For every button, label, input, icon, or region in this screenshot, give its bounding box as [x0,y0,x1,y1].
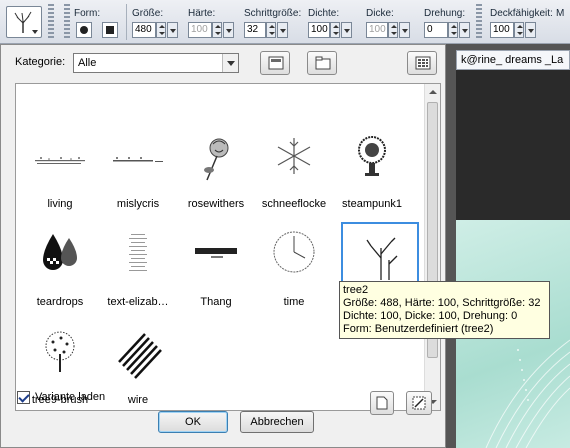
thickness-field[interactable]: 100 [366,22,388,38]
density-spinner[interactable] [330,22,340,38]
brush-steampunk-icon [358,136,386,176]
brush-living-icon [35,157,85,164]
hardness-label: Härte: [188,8,216,19]
brush-item-mislycris[interactable]: mislycris [99,124,177,220]
brush-item-teardrops[interactable]: teardrops [21,222,99,318]
thickness-spinner[interactable] [388,22,398,38]
thumbnail-view-button[interactable] [407,51,437,75]
brush-label: living [47,198,73,210]
rotation-label: Drehung: [424,8,466,19]
brush-label: mislycris [116,198,160,210]
tool-options-bar: Form: Größe: 480 Härte: 100 Schrittgröße… [0,0,570,44]
edit-brush-icon [412,396,426,410]
folder-view-icon [315,56,331,70]
new-document-icon [376,396,388,410]
brush-label: teardrops [36,296,84,308]
brush-teardrops-icon [43,234,77,270]
step-field[interactable]: 32 [244,22,266,38]
toolbar-grip[interactable] [476,4,482,40]
opacity-label: Deckfähigkeit: [490,8,553,19]
edit-preset-button[interactable] [406,391,432,415]
brush-label: wire [127,394,149,406]
size-dropdown[interactable] [167,22,178,38]
brush-item-steampunk1[interactable]: steampunk1 [333,124,411,220]
rotation-dropdown[interactable] [459,22,470,38]
opacity-field[interactable]: 100 [490,22,514,38]
chevron-down-icon[interactable] [222,54,238,72]
step-label: Schrittgröße: [244,8,302,19]
size-spinner[interactable] [156,22,166,38]
size-field[interactable]: 480 [132,22,156,38]
opacity-dropdown[interactable] [525,22,536,38]
brush-snowflake-icon [277,138,311,174]
extra-label: M [556,8,565,19]
brush-label: schneeflocke [261,198,327,210]
brush-item-thang[interactable]: Thang [177,222,255,318]
brush-tree9-icon [45,331,75,372]
grid-view-icon [415,56,431,70]
list-view-icon [268,56,284,70]
brush-tooltip: tree2 Größe: 488, Härte: 100, Schrittgrö… [339,281,550,339]
brush-preset-dialog: Kategorie: Alle living mislycris rosewit… [0,44,446,448]
toolbar-grip[interactable] [64,4,70,40]
category-label: Kategorie: [15,56,66,68]
scroll-up-arrow-icon[interactable] [425,84,440,100]
brush-thumbnail-grid: living mislycris rosewithers schneeflock… [15,83,441,411]
brush-rose-icon [204,138,229,181]
document-title[interactable]: k@rine_ dreams _La [456,50,570,70]
brush-thang-icon [195,248,237,258]
tooltip-line: Größe: 488, Härte: 100, Schrittgröße: 32 [343,297,541,309]
resource-manager-button[interactable] [307,51,337,75]
manage-categories-button[interactable] [260,51,290,75]
hardness-spinner[interactable] [212,22,222,38]
tooltip-title: tree2 [343,284,369,296]
brush-label: steampunk1 [342,198,402,210]
thickness-label: Dicke: [366,8,394,19]
square-shape-button[interactable] [102,22,118,38]
new-preset-button[interactable] [370,391,394,415]
step-dropdown[interactable] [277,22,288,38]
brush-item-schneeflocke[interactable]: schneeflocke [255,124,333,220]
toolbar-grip[interactable] [48,4,54,40]
density-field[interactable]: 100 [308,22,330,38]
hardness-field[interactable]: 100 [188,22,212,38]
grid-scrollbar[interactable] [424,84,440,410]
document-canvas-dark[interactable] [456,70,570,220]
brush-wire-icon [118,333,162,379]
opacity-spinner[interactable] [514,22,524,38]
category-value: Alle [78,57,97,69]
tooltip-line: Form: Benutzerdefiniert (tree2) [343,323,494,335]
brush-clock-icon [273,231,315,273]
rotation-spinner[interactable] [448,22,458,38]
brush-item-living[interactable]: living [21,124,99,220]
thickness-dropdown[interactable] [399,22,410,38]
category-select[interactable]: Alle [73,53,239,73]
brush-text-icon [129,234,147,271]
brush-preset-button[interactable] [6,6,42,38]
size-label: Größe: [132,8,164,19]
rotation-field[interactable]: 0 [424,22,448,38]
variant-label: Variante laden [35,391,106,403]
brush-mislycris-icon [113,157,163,162]
round-shape-button[interactable] [76,22,92,38]
hardness-dropdown[interactable] [223,22,234,38]
density-label: Dichte: [308,8,340,19]
tooltip-line: Dichte: 100, Dicke: 100, Drehung: 0 [343,310,518,322]
brush-item-time[interactable]: time [255,222,333,318]
brush-item-rosewithers[interactable]: rosewithers [177,124,255,220]
ok-button[interactable]: OK [158,411,228,433]
density-dropdown[interactable] [341,22,352,38]
step-spinner[interactable] [266,22,276,38]
variant-checkbox[interactable] [17,391,30,404]
brush-label: Thang [200,296,232,308]
brush-label: text-elizab… [107,296,169,308]
cancel-button[interactable]: Abbrechen [240,411,314,433]
brush-label: rosewithers [187,198,245,210]
form-label: Form: [74,8,101,19]
brush-item-wire[interactable]: wire [99,320,177,416]
brush-label: time [283,296,305,308]
brush-item-text-elizab[interactable]: text-elizab… [99,222,177,318]
